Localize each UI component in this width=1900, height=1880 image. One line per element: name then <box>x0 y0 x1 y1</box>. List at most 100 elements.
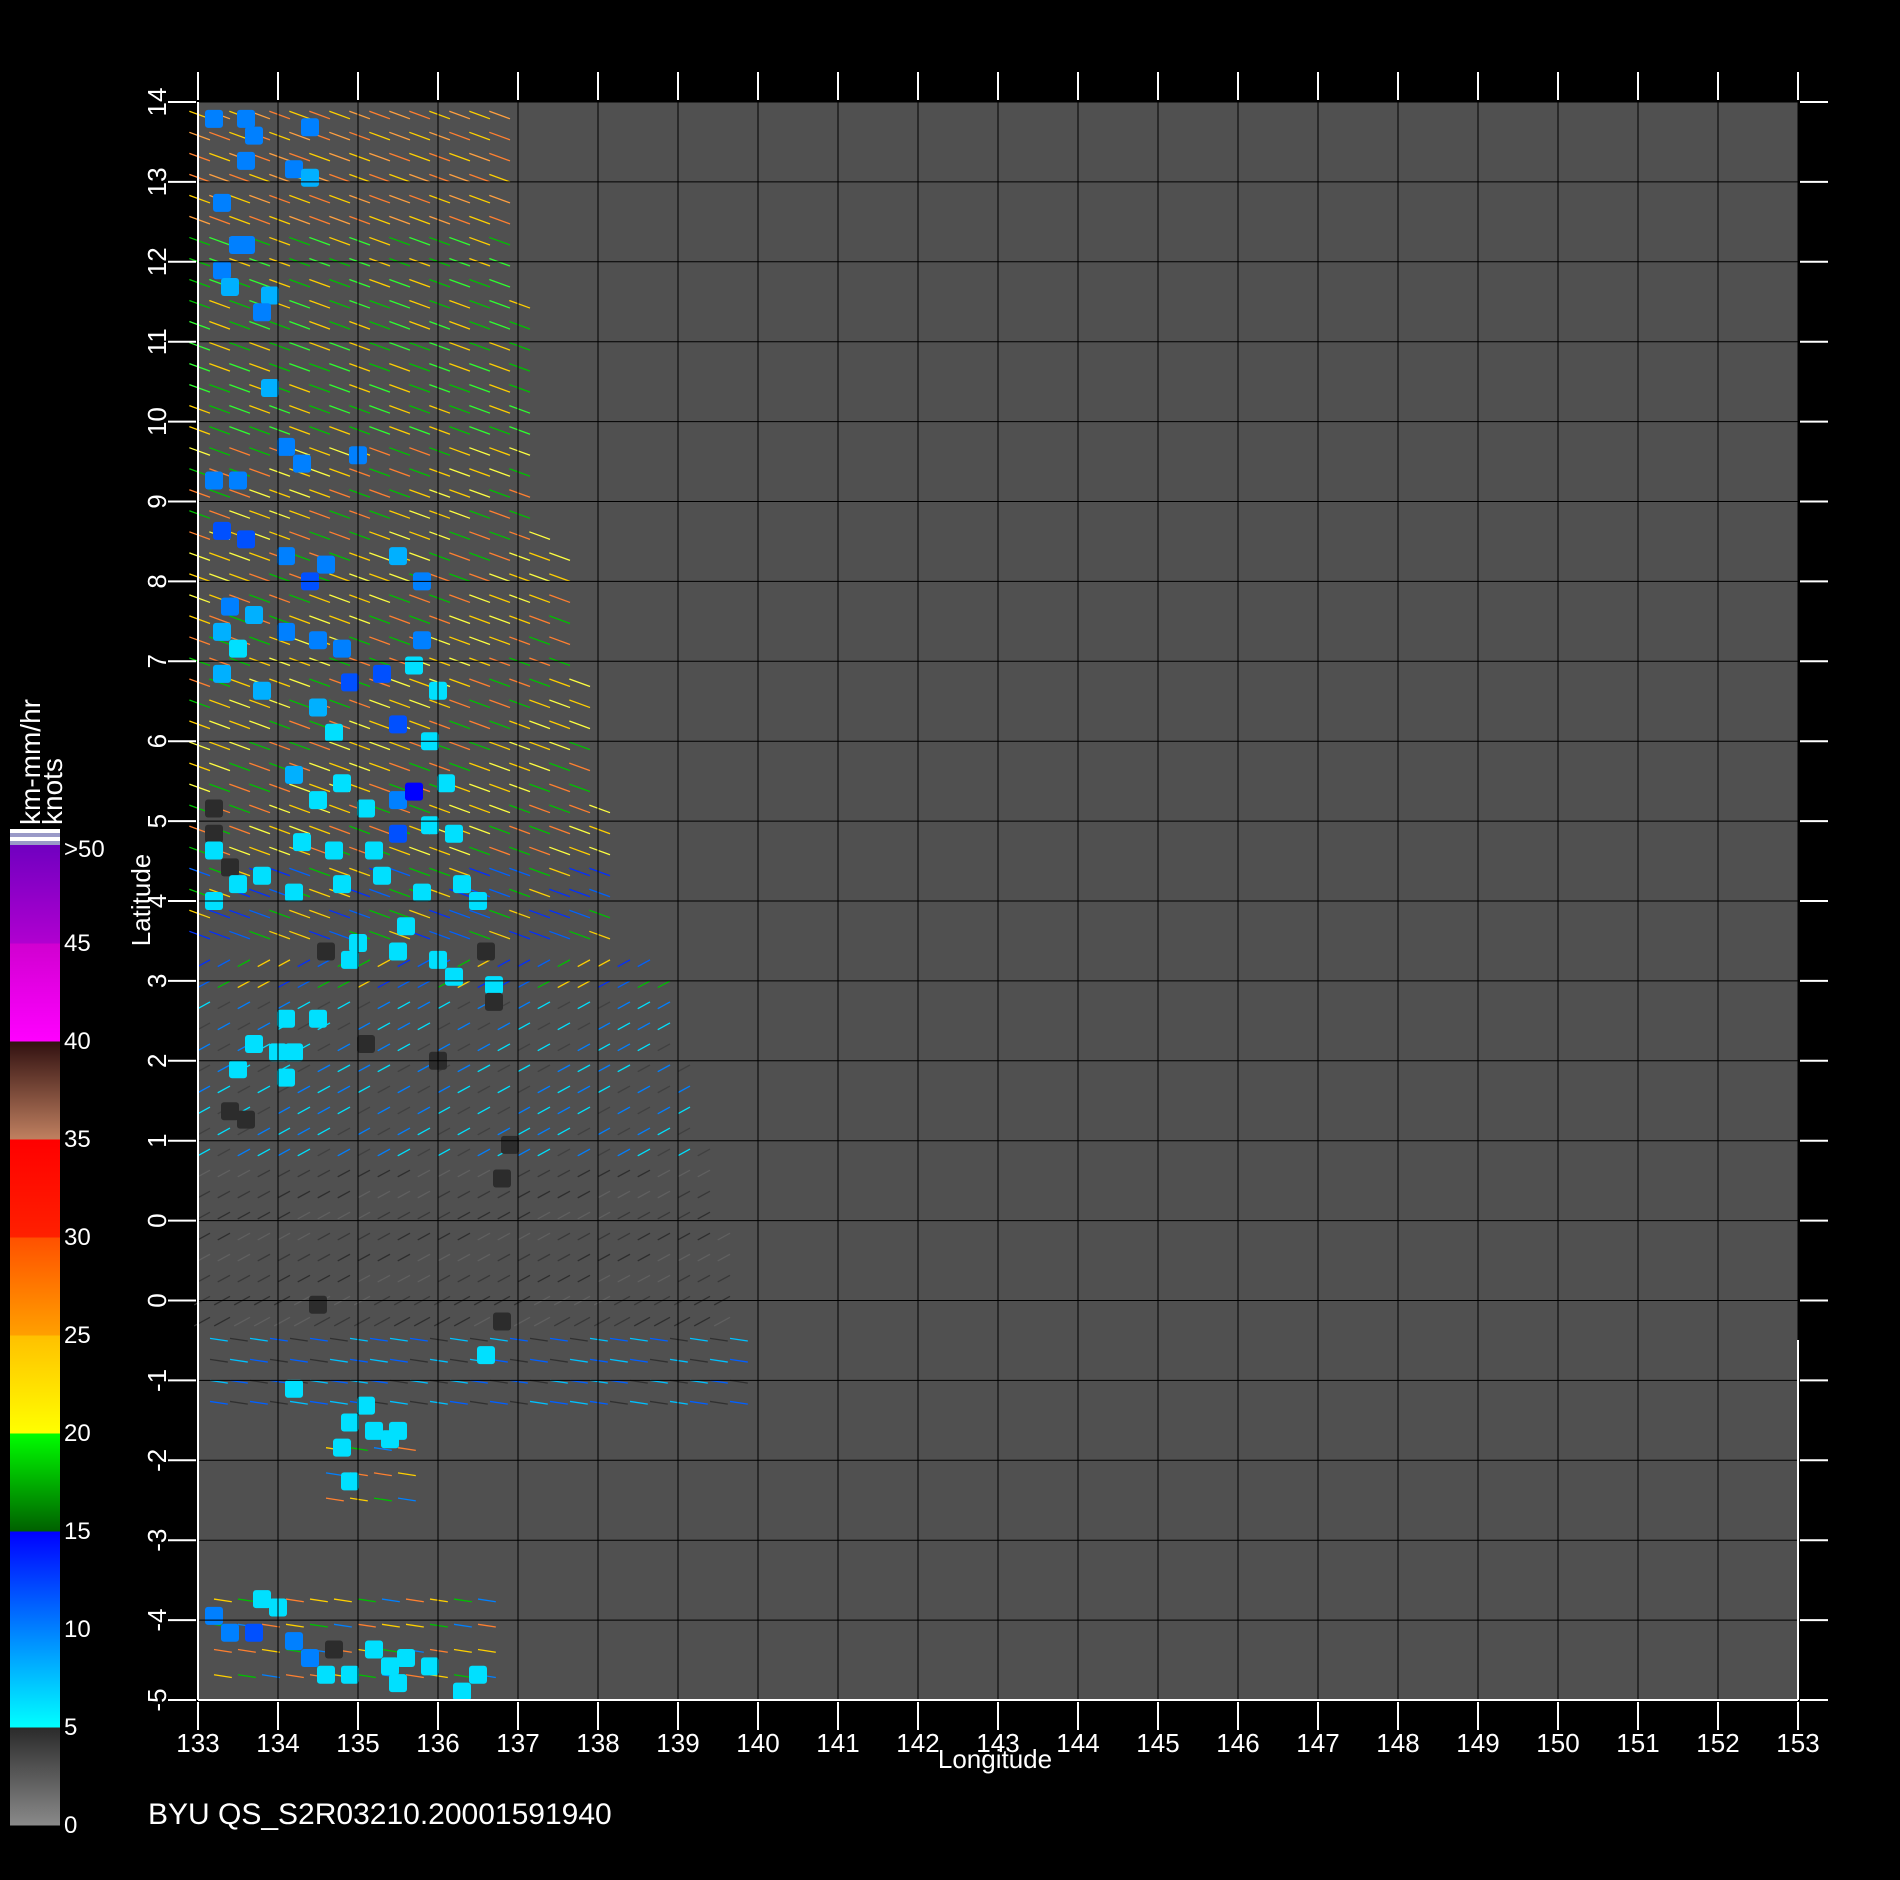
scatterometer-wind-chart: >50454035302520151050 133 134 135 136 137 138… <box>10 72 1828 1839</box>
rain-cell <box>373 866 391 885</box>
rain-cell <box>253 303 271 322</box>
rain-cell <box>389 791 407 810</box>
rain-cell <box>357 1396 375 1415</box>
rain-cell <box>357 799 375 818</box>
rain-cell <box>421 816 439 835</box>
rain-cell <box>229 471 247 490</box>
colorbar-label: >50 <box>64 836 105 863</box>
colorbar-label: 30 <box>64 1224 91 1251</box>
colorbar-segment <box>10 1727 60 1826</box>
rain-cell <box>237 530 255 549</box>
x-tick-label: 144 <box>1056 1728 1099 1758</box>
rain-cell <box>285 160 303 179</box>
colorbar-label: 25 <box>64 1322 91 1349</box>
rain-cell <box>213 622 231 641</box>
colorbar-stripe <box>10 829 60 833</box>
rain-cell <box>421 1657 439 1676</box>
x-tick-label: 146 <box>1216 1728 1259 1758</box>
rain-cell <box>389 547 407 566</box>
rain-cell <box>413 883 431 902</box>
rain-cell <box>205 109 223 128</box>
rain-cell <box>213 261 231 280</box>
rain-cell <box>301 1648 319 1667</box>
x-tick-label: 134 <box>256 1728 299 1758</box>
rain-cell <box>325 841 343 860</box>
rain-cell <box>333 639 351 658</box>
colorbar-segment <box>10 1041 60 1140</box>
rain-cell <box>301 118 319 137</box>
rain-cell <box>453 875 471 894</box>
rain-cell <box>389 942 407 961</box>
colorbar-label: 20 <box>64 1420 91 1447</box>
x-tick-label: 147 <box>1296 1728 1339 1758</box>
rain-cell <box>389 1421 407 1440</box>
x-tick-label: 151 <box>1616 1728 1659 1758</box>
rain-cell <box>389 824 407 843</box>
colorbar-units-wind: knots <box>37 758 68 825</box>
rain-cell <box>261 286 279 305</box>
rain-cell <box>237 235 255 254</box>
x-tick-label: 133 <box>176 1728 219 1758</box>
rain-cell <box>277 1068 295 1087</box>
y-tick-label: 10 <box>142 407 172 436</box>
rain-cell <box>245 1623 263 1642</box>
rain-cell <box>205 841 223 860</box>
rain-cell <box>325 1640 343 1659</box>
rain-cell <box>229 1060 247 1079</box>
y-tick-label: 0 <box>142 1293 172 1307</box>
colorbar-segment <box>10 1237 60 1336</box>
colorbar-label: 45 <box>64 930 91 957</box>
rain-cell <box>333 875 351 894</box>
rain-cell <box>493 1169 511 1188</box>
y-tick-label: 11 <box>142 328 172 355</box>
rain-cell <box>413 631 431 650</box>
image-caption: BYU QS_S2R03210.20001591940 <box>148 1798 612 1831</box>
rain-cell <box>285 1632 303 1651</box>
x-tick-label: 149 <box>1456 1728 1499 1758</box>
rain-cell <box>205 471 223 490</box>
colorbar-segment <box>10 1531 60 1630</box>
rain-cell <box>285 765 303 784</box>
rain-cell <box>309 791 327 810</box>
colorbar-label: 15 <box>64 1518 91 1545</box>
colorbar-stripe <box>10 837 60 841</box>
x-tick-label: 152 <box>1696 1728 1739 1758</box>
rain-cell <box>397 917 415 936</box>
rain-cell <box>293 454 311 473</box>
grid-lines <box>197 101 1799 1701</box>
rain-cell <box>205 824 223 843</box>
rain-cell <box>309 698 327 717</box>
colorbar-label: 0 <box>64 1812 77 1839</box>
y-tick-label: -3 <box>142 1529 172 1552</box>
rain-cell <box>405 782 423 801</box>
rain-cell <box>485 976 503 995</box>
rain-cell <box>221 1623 239 1642</box>
rain-cell <box>277 547 295 566</box>
rain-cell <box>501 1135 519 1154</box>
y-tick-label: -4 <box>142 1609 172 1632</box>
y-tick-label: 13 <box>142 167 172 196</box>
rain-cell <box>245 1034 263 1053</box>
rain-cell <box>277 1009 295 1028</box>
rain-cell <box>237 109 255 128</box>
colorbar-stripe <box>10 841 60 845</box>
rain-cell <box>277 622 295 641</box>
colorbar-label: 10 <box>64 1616 91 1643</box>
rain-cell <box>485 992 503 1011</box>
rain-cell <box>221 858 239 877</box>
rain-cell <box>325 723 343 742</box>
rain-cell <box>205 1606 223 1625</box>
rain-cell <box>389 715 407 734</box>
rain-cell <box>253 681 271 700</box>
y-tick-label: -1 <box>142 1369 172 1392</box>
y-tick-label: 9 <box>142 494 172 508</box>
rain-cell <box>317 1665 335 1684</box>
colorbar-segment <box>10 1335 60 1434</box>
rain-cell <box>213 664 231 683</box>
rain-cell <box>317 942 335 961</box>
rain-cell <box>469 1665 487 1684</box>
rain-cell <box>341 673 359 692</box>
rain-cell <box>477 1346 495 1365</box>
rain-cell <box>285 1379 303 1398</box>
colorbar-legend: >50 45 40 35 30 25 20 15 10 5 0 <box>10 829 105 1839</box>
